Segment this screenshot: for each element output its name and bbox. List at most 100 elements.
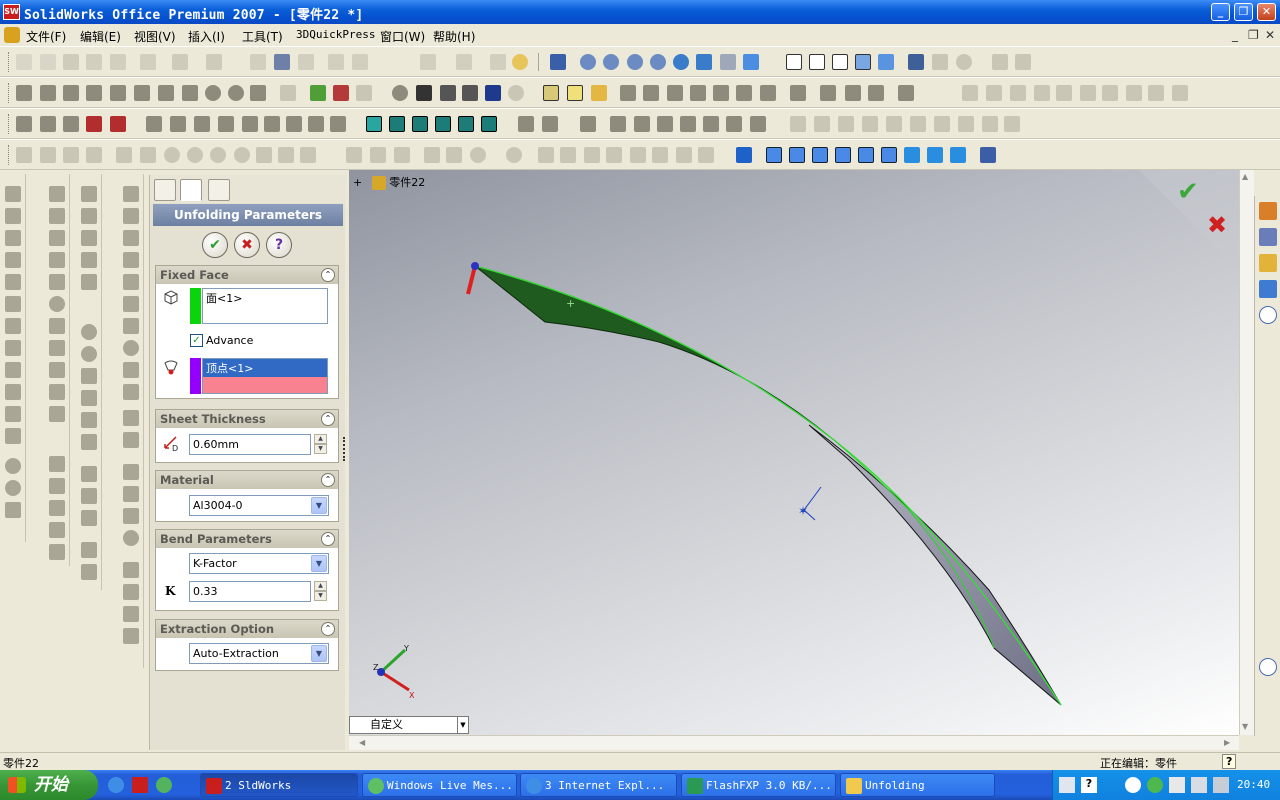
new-icon[interactable] xyxy=(16,54,32,70)
arc-icon[interactable] xyxy=(234,147,250,163)
confirm-cancel-icon[interactable]: ✖ xyxy=(1207,211,1227,239)
k-factor-input[interactable]: 0.33 xyxy=(189,581,311,602)
v3-p-icon[interactable] xyxy=(81,564,97,580)
scroll-left-icon[interactable]: ◀ xyxy=(359,738,365,747)
v4-g-icon[interactable] xyxy=(123,318,139,334)
horizontal-scrollbar[interactable]: ◀ ▶ xyxy=(349,735,1239,750)
view-left-icon[interactable] xyxy=(812,147,828,163)
trim-icon[interactable] xyxy=(506,147,522,163)
weld-a-icon[interactable] xyxy=(146,116,162,132)
section-view-icon[interactable] xyxy=(908,54,924,70)
menu-view[interactable]: 视图(V) xyxy=(134,28,176,45)
v3-c-icon[interactable] xyxy=(81,230,97,246)
v1-l-icon[interactable] xyxy=(5,428,21,444)
v4-q-icon[interactable] xyxy=(123,562,139,578)
v2-i-icon[interactable] xyxy=(49,362,65,378)
toolbar-grip[interactable] xyxy=(8,52,11,72)
messenger-tray-icon[interactable] xyxy=(1147,777,1163,793)
smart-dimension-icon[interactable] xyxy=(63,147,79,163)
model-view[interactable]: + ✶ Y X Z ✔ ✖ xyxy=(349,170,1239,735)
v2-g-icon[interactable] xyxy=(49,318,65,334)
curve-icon[interactable] xyxy=(508,85,524,101)
keyboard-icon[interactable] xyxy=(1059,777,1075,793)
display-e-icon[interactable] xyxy=(458,116,474,132)
open-icon[interactable] xyxy=(40,54,56,70)
curved-surface[interactable] xyxy=(474,265,835,441)
unfold-parameters-icon[interactable] xyxy=(567,85,583,101)
v3-f-icon[interactable] xyxy=(81,324,97,340)
view-isometric-icon[interactable] xyxy=(904,147,920,163)
file-explorer-icon[interactable] xyxy=(1259,254,1277,272)
chevron-down-icon[interactable]: ▼ xyxy=(311,555,327,572)
shell-icon[interactable] xyxy=(228,85,244,101)
ellipse-icon[interactable] xyxy=(210,147,226,163)
v3-b-icon[interactable] xyxy=(81,208,97,224)
surface-g-icon[interactable] xyxy=(934,116,950,132)
scroll-up-icon[interactable]: ▲ xyxy=(1242,172,1248,181)
collapse-icon[interactable]: ⌃ xyxy=(321,412,335,426)
select-icon[interactable] xyxy=(250,54,266,70)
v4-p-icon[interactable] xyxy=(123,530,139,546)
v4-s-icon[interactable] xyxy=(123,606,139,622)
move-copy-icon[interactable] xyxy=(485,85,501,101)
centerline-icon[interactable] xyxy=(394,147,410,163)
v1-i-icon[interactable] xyxy=(5,362,21,378)
start-button[interactable]: 开始 xyxy=(0,770,98,800)
v1-g-icon[interactable] xyxy=(5,318,21,334)
line-icon[interactable] xyxy=(116,147,132,163)
display-f-icon[interactable] xyxy=(481,116,497,132)
revolve-icon[interactable] xyxy=(63,85,79,101)
mirror-entities-icon[interactable] xyxy=(584,147,600,163)
minimize-button[interactable]: _ xyxy=(1211,3,1230,21)
view-front-icon[interactable] xyxy=(766,147,782,163)
tools-b-icon[interactable] xyxy=(40,116,56,132)
v4-a-icon[interactable] xyxy=(123,186,139,202)
volume-icon[interactable] xyxy=(1191,777,1207,793)
view-bottom-icon[interactable] xyxy=(881,147,897,163)
v4-f-icon[interactable] xyxy=(123,296,139,312)
ok-button[interactable]: ✔ xyxy=(202,232,228,258)
vertical-scrollbar[interactable]: ▲ ▼ xyxy=(1239,170,1254,735)
toolbar-grip[interactable] xyxy=(8,114,11,134)
menu-tools[interactable]: 工具(T) xyxy=(242,28,283,45)
weld-b-icon[interactable] xyxy=(170,116,186,132)
weld-i-icon[interactable] xyxy=(330,116,346,132)
eraser-icon[interactable] xyxy=(86,147,102,163)
surface-f-icon[interactable] xyxy=(910,116,926,132)
closed-corner-icon[interactable] xyxy=(790,85,806,101)
rotate-entities-icon[interactable] xyxy=(630,147,646,163)
measure-icon[interactable] xyxy=(962,85,978,101)
move-entities-icon[interactable] xyxy=(606,147,622,163)
surface-i-icon[interactable] xyxy=(982,116,998,132)
file-properties-icon[interactable] xyxy=(352,54,368,70)
shaded-icon[interactable] xyxy=(878,54,894,70)
material-select[interactable]: Al3004-0 ▼ xyxy=(189,495,329,516)
v2-j-icon[interactable] xyxy=(49,384,65,400)
gear-icon[interactable] xyxy=(392,85,408,101)
rip-icon[interactable] xyxy=(820,85,836,101)
v2-p-icon[interactable] xyxy=(49,544,65,560)
advance-checkbox[interactable]: ✓ xyxy=(190,334,203,347)
fillet-icon[interactable] xyxy=(158,85,174,101)
assembly-icon[interactable] xyxy=(456,54,472,70)
zoom-in-out-icon[interactable] xyxy=(627,54,643,70)
collapse-icon[interactable]: ⌃ xyxy=(321,473,335,487)
graphics-area[interactable]: + 零件22 + ✶ Y X Z ✔ ✖ xyxy=(349,170,1239,735)
v1-f-icon[interactable] xyxy=(5,296,21,312)
mold-i-icon[interactable] xyxy=(726,116,742,132)
shadows-icon[interactable] xyxy=(956,54,972,70)
zoom-to-fit-icon[interactable] xyxy=(580,54,596,70)
mold-j-icon[interactable] xyxy=(750,116,766,132)
solidworks-quicklaunch-icon[interactable] xyxy=(132,777,148,793)
help-tray-icon[interactable]: ? xyxy=(1081,777,1097,793)
chamfer-icon[interactable] xyxy=(182,85,198,101)
macro-record-icon[interactable] xyxy=(1015,54,1031,70)
v1-o-icon[interactable] xyxy=(5,502,21,518)
v2-k-icon[interactable] xyxy=(49,406,65,422)
view-back-icon[interactable] xyxy=(789,147,805,163)
v4-h-icon[interactable] xyxy=(123,340,139,356)
save-icon[interactable] xyxy=(63,54,79,70)
group-header[interactable]: Sheet Thickness ⌃ xyxy=(156,410,338,428)
tools-e-icon[interactable] xyxy=(110,116,126,132)
group-header[interactable]: Material ⌃ xyxy=(156,471,338,489)
